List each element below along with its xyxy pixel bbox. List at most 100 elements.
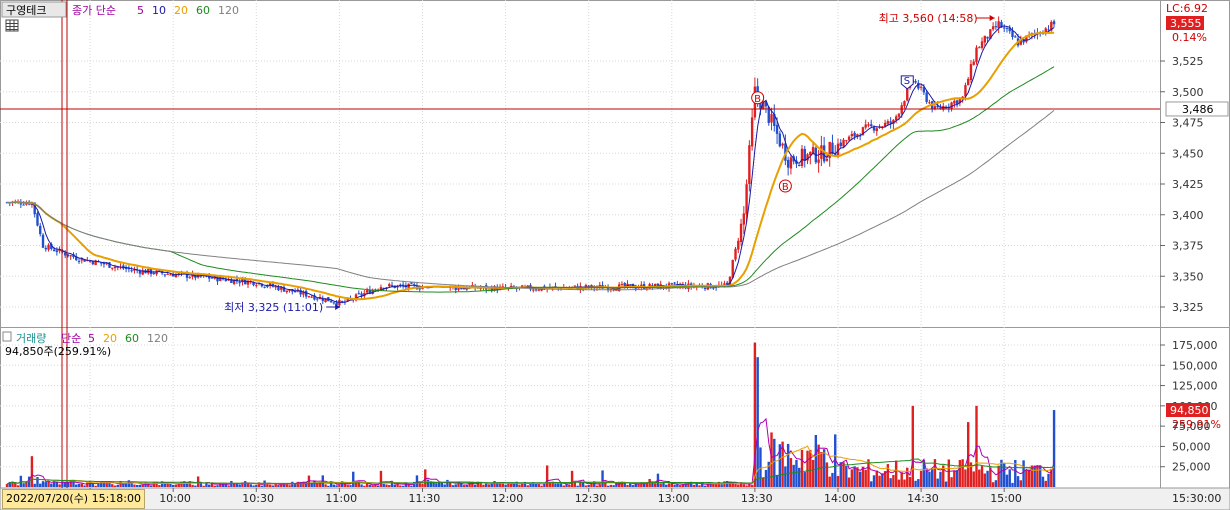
volume-bar xyxy=(540,485,543,487)
volume-bar xyxy=(443,484,446,487)
volume-bar xyxy=(568,484,571,487)
volume-bar xyxy=(313,481,316,487)
candle-body xyxy=(1047,29,1050,31)
volume-bar xyxy=(759,447,762,487)
volume-ma-prefix: 단순 xyxy=(61,332,81,345)
volume-bar xyxy=(803,472,806,487)
volume-bar xyxy=(512,484,516,487)
volume-bar xyxy=(784,466,787,487)
current-price-label: 3,555 xyxy=(1170,17,1202,30)
volume-bar xyxy=(919,470,923,487)
ma-legend-label: 60 xyxy=(196,4,210,17)
volume-bar xyxy=(327,485,330,487)
candle-body xyxy=(130,270,133,272)
candle-body xyxy=(55,250,59,253)
volume-bar xyxy=(858,471,862,487)
volume-bar xyxy=(764,469,768,487)
volume-bar xyxy=(944,481,948,487)
candle-body xyxy=(739,223,743,243)
volume-bar xyxy=(518,484,521,487)
volume-bar xyxy=(894,460,898,487)
candle-body xyxy=(39,225,42,235)
volume-bar xyxy=(58,484,61,487)
candle-body xyxy=(817,159,820,163)
candle-body xyxy=(978,47,981,49)
volume-bar xyxy=(775,474,779,487)
volume-bar xyxy=(734,483,737,487)
volume-bar xyxy=(756,357,759,487)
volume-bar xyxy=(368,484,372,487)
volume-bar xyxy=(870,481,873,487)
candle-body xyxy=(22,204,25,206)
time-tick-label: 11:00 xyxy=(325,492,357,505)
volume-bar xyxy=(141,484,144,487)
volume-tick-label: 125,000 xyxy=(1172,380,1218,393)
volume-bar xyxy=(961,459,964,487)
candle-body xyxy=(997,21,1000,29)
stock-name-label: 구영테크 xyxy=(6,4,46,17)
candle-body xyxy=(820,145,823,159)
time-tick-label: 10:30 xyxy=(242,492,274,505)
volume-bar xyxy=(659,483,662,487)
volume-bar xyxy=(806,450,809,487)
volume-bar xyxy=(939,471,942,487)
volume-bar xyxy=(33,483,36,487)
ma-legend-label: 20 xyxy=(174,4,188,17)
volume-bar xyxy=(678,485,682,487)
time-tick-label: 11:30 xyxy=(409,492,441,505)
volume-ma-legend-label: 20 xyxy=(103,332,117,345)
candle-body xyxy=(734,248,737,260)
volume-bar xyxy=(978,469,981,487)
candle-body xyxy=(460,288,463,290)
volume-box-label: 94,850 xyxy=(1170,404,1209,417)
volume-bar xyxy=(249,484,252,487)
volume-bar xyxy=(903,479,906,487)
candle-body xyxy=(299,289,302,295)
volume-bar xyxy=(172,484,175,487)
candle-body xyxy=(307,296,311,298)
volume-bar xyxy=(853,466,856,487)
volume-bar xyxy=(22,483,25,487)
volume-bar xyxy=(338,484,341,487)
time-tick-label: 14:00 xyxy=(824,492,856,505)
volume-bar xyxy=(487,484,491,487)
candle-body xyxy=(329,301,333,303)
volume-bar xyxy=(149,485,153,487)
volume-bar xyxy=(720,484,723,487)
volume-bar xyxy=(994,480,998,487)
volume-bar xyxy=(72,481,75,487)
volume-bar xyxy=(138,484,142,487)
candle-body xyxy=(365,290,369,293)
candle-body xyxy=(897,113,901,117)
volume-bar xyxy=(576,485,579,487)
candle-body xyxy=(875,128,878,132)
volume-bar xyxy=(47,481,50,487)
volume-bar xyxy=(310,483,313,487)
candle-body xyxy=(166,273,169,275)
volume-bar xyxy=(737,484,740,487)
candle-body xyxy=(864,124,867,128)
volume-bar xyxy=(376,485,380,487)
volume-bar xyxy=(371,485,374,487)
volume-bar xyxy=(36,477,39,487)
volume-bar xyxy=(446,479,449,487)
volume-bar xyxy=(828,476,831,487)
candle-body xyxy=(842,139,845,147)
volume-bar xyxy=(216,485,219,487)
volume-bar xyxy=(432,482,435,487)
volume-bar xyxy=(545,465,549,487)
chart-svg[interactable]: 3,525 3,500 3,475 3,450 3,425 3,400 3,375 3,350… xyxy=(0,0,1230,510)
volume-bar xyxy=(482,484,485,487)
candle-body xyxy=(169,274,172,276)
volume-bar xyxy=(997,465,1000,487)
candle-body xyxy=(919,86,923,88)
volume-bar xyxy=(953,470,956,487)
price-tick-label: 3,475 xyxy=(1172,117,1204,130)
candle-body xyxy=(357,293,360,295)
candle-body xyxy=(853,132,856,137)
current-volume-label: 94,850주(259.91%) xyxy=(5,345,111,358)
volume-bar xyxy=(559,483,563,487)
volume-bar xyxy=(14,482,17,487)
volume-tick-label: 25,000 xyxy=(1172,461,1211,474)
volume-bar xyxy=(268,484,272,487)
